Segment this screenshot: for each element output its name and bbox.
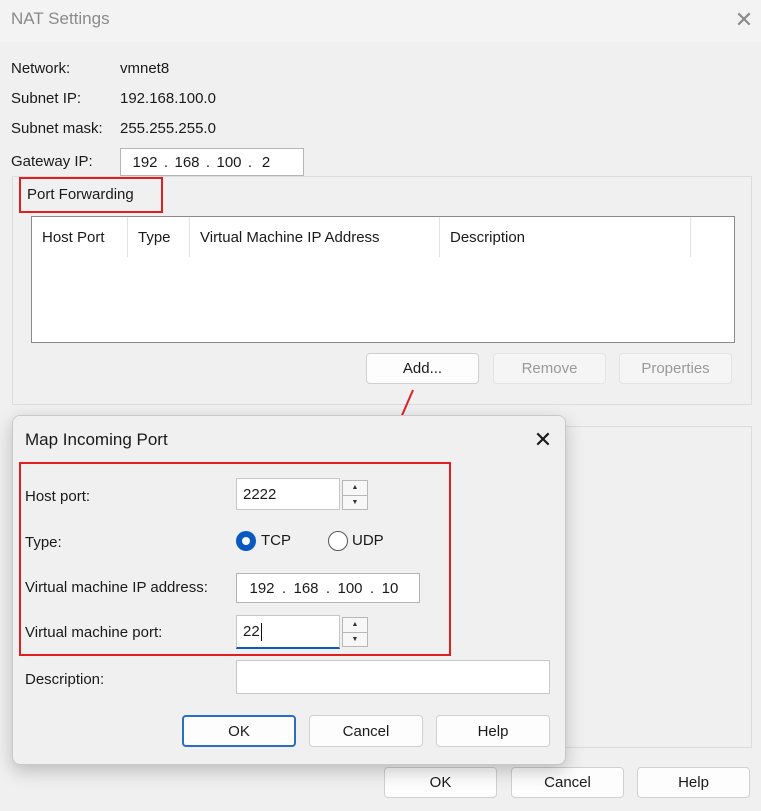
properties-button[interactable]: Properties	[619, 353, 732, 384]
network-value: vmnet8	[120, 60, 170, 77]
vm-ip-label: Virtual machine IP address:	[25, 579, 208, 596]
vm-port-value: 22	[243, 623, 260, 640]
tcp-label: TCP	[261, 532, 291, 549]
nat-help-button[interactable]: Help	[637, 767, 750, 798]
gateway-octet-4: 2	[261, 153, 271, 171]
gateway-octet-2: 168	[174, 153, 200, 171]
nat-dialog-title: NAT Settings	[11, 9, 110, 28]
nat-close-icon[interactable]: ✕	[730, 6, 758, 34]
subnet-mask-value: 255.255.255.0	[120, 120, 216, 137]
column-type[interactable]: Type	[128, 217, 190, 257]
column-description[interactable]: Description	[440, 217, 691, 257]
host-port-spinner[interactable]: ▲ ▼	[342, 480, 368, 510]
host-port-input[interactable]: 2222	[236, 478, 340, 510]
spin-down-icon[interactable]: ▼	[343, 633, 367, 647]
vm-ip-octet-3: 100	[337, 579, 363, 597]
secondary-group	[555, 426, 752, 748]
map-close-icon[interactable]: ✕	[529, 426, 557, 454]
tcp-radio[interactable]	[236, 531, 256, 551]
udp-label: UDP	[352, 532, 384, 549]
column-vm-ip[interactable]: Virtual Machine IP Address	[190, 217, 440, 257]
nat-ok-button[interactable]: OK	[384, 767, 497, 798]
add-button[interactable]: Add...	[366, 353, 479, 384]
gateway-ip-field[interactable]: 192. 168. 100. 2	[120, 148, 304, 176]
host-port-label: Host port:	[25, 488, 91, 505]
map-ok-button[interactable]: OK	[182, 715, 296, 747]
vm-port-spinner[interactable]: ▲ ▼	[342, 617, 368, 647]
column-host-port[interactable]: Host Port	[32, 217, 128, 257]
map-dialog-title: Map Incoming Port	[25, 430, 168, 449]
network-label: Network:	[11, 60, 71, 77]
vm-ip-octet-4: 10	[381, 579, 399, 597]
vm-ip-octet-2: 168	[293, 579, 319, 597]
remove-button[interactable]: Remove	[493, 353, 606, 384]
gateway-octet-1: 192	[132, 153, 158, 171]
list-header: Host Port Type Virtual Machine IP Addres…	[32, 217, 691, 257]
map-cancel-button[interactable]: Cancel	[309, 715, 423, 747]
gateway-ip-label: Gateway IP:	[11, 153, 93, 170]
subnet-ip-label: Subnet IP:	[11, 90, 82, 107]
vm-port-input[interactable]: 22	[236, 615, 340, 649]
udp-radio[interactable]	[328, 531, 348, 551]
nat-title-bar	[0, 0, 761, 42]
gateway-octet-3: 100	[216, 153, 242, 171]
vm-ip-field[interactable]: 192. 168. 100. 10	[236, 573, 420, 603]
vm-port-label: Virtual machine port:	[25, 624, 163, 641]
spin-down-icon[interactable]: ▼	[343, 496, 367, 510]
vm-ip-octet-1: 192	[249, 579, 275, 597]
port-forwarding-label: Port Forwarding	[19, 177, 163, 213]
nat-cancel-button[interactable]: Cancel	[511, 767, 624, 798]
map-help-button[interactable]: Help	[436, 715, 550, 747]
subnet-ip-value: 192.168.100.0	[120, 90, 216, 107]
description-input[interactable]	[236, 660, 550, 694]
subnet-mask-label: Subnet mask:	[11, 120, 103, 137]
text-cursor	[260, 622, 262, 641]
spin-up-icon[interactable]: ▲	[343, 618, 367, 633]
port-forwarding-list[interactable]: Host Port Type Virtual Machine IP Addres…	[31, 216, 735, 343]
type-label: Type:	[25, 534, 62, 551]
spin-up-icon[interactable]: ▲	[343, 481, 367, 496]
description-label: Description:	[25, 671, 105, 688]
